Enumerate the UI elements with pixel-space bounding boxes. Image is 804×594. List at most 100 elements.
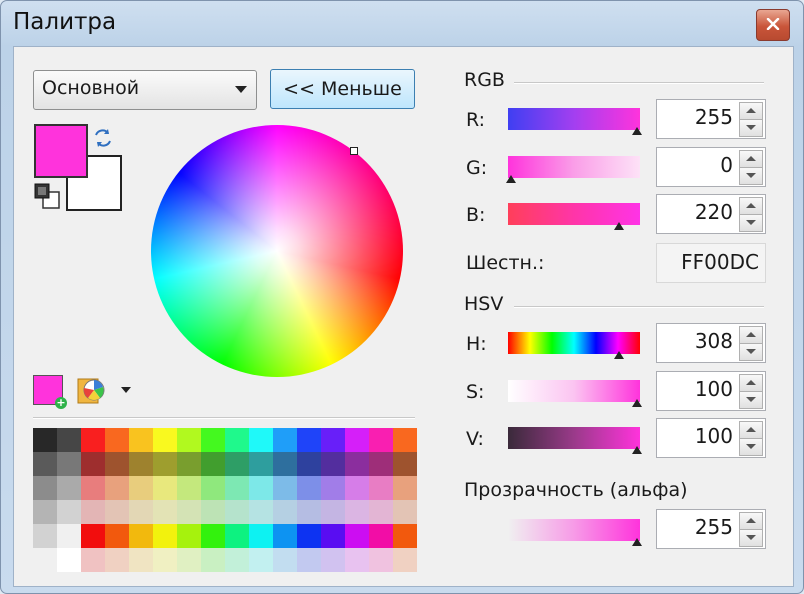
palette-swatch[interactable] bbox=[393, 476, 417, 500]
close-button[interactable] bbox=[756, 9, 790, 41]
r-spin-up[interactable] bbox=[739, 102, 763, 120]
s-input[interactable]: 100 bbox=[656, 371, 766, 411]
palette-swatch[interactable] bbox=[225, 476, 249, 500]
palette-swatch[interactable] bbox=[273, 524, 297, 548]
b-slider[interactable] bbox=[508, 203, 640, 230]
h-spin-up[interactable] bbox=[739, 326, 763, 344]
palette-swatch[interactable] bbox=[297, 428, 321, 452]
h-slider[interactable] bbox=[508, 332, 640, 359]
palette-swatch[interactable] bbox=[57, 548, 81, 572]
palette-swatch[interactable] bbox=[345, 452, 369, 476]
s-spin-down[interactable] bbox=[739, 391, 763, 409]
palette-swatch[interactable] bbox=[321, 476, 345, 500]
palette-swatch[interactable] bbox=[393, 524, 417, 548]
s-slider[interactable] bbox=[508, 380, 642, 407]
palette-swatch[interactable] bbox=[57, 524, 81, 548]
palette-swatch[interactable] bbox=[57, 452, 81, 476]
palette-swatch[interactable] bbox=[345, 476, 369, 500]
palette-swatch[interactable] bbox=[129, 500, 153, 524]
alpha-spin-down[interactable] bbox=[739, 529, 763, 547]
palette-swatch[interactable] bbox=[33, 476, 57, 500]
palette-swatch[interactable] bbox=[321, 524, 345, 548]
palette-swatch[interactable] bbox=[201, 476, 225, 500]
palette-swatch[interactable] bbox=[345, 548, 369, 572]
palette-swatch[interactable] bbox=[33, 500, 57, 524]
palette-swatch[interactable] bbox=[273, 452, 297, 476]
palette-swatch[interactable] bbox=[249, 524, 273, 548]
palette-swatch[interactable] bbox=[153, 476, 177, 500]
v-spin-up[interactable] bbox=[739, 421, 763, 439]
b-input[interactable]: 220 bbox=[656, 194, 766, 234]
palette-swatch[interactable] bbox=[321, 428, 345, 452]
palette-swatch[interactable] bbox=[273, 476, 297, 500]
palette-swatch[interactable] bbox=[321, 548, 345, 572]
palette-swatch[interactable] bbox=[81, 500, 105, 524]
r-slider[interactable] bbox=[508, 108, 642, 135]
palette-swatch[interactable] bbox=[105, 428, 129, 452]
palette-swatch[interactable] bbox=[393, 428, 417, 452]
palette-swatch[interactable] bbox=[321, 452, 345, 476]
palette-swatch[interactable] bbox=[201, 548, 225, 572]
hex-input[interactable]: FF00DC bbox=[656, 243, 766, 283]
h-slider-thumb[interactable] bbox=[614, 351, 625, 359]
palette-swatch[interactable] bbox=[105, 476, 129, 500]
palette-swatch[interactable] bbox=[273, 500, 297, 524]
s-slider-thumb[interactable] bbox=[632, 399, 642, 407]
palette-swatch[interactable] bbox=[153, 428, 177, 452]
palette-swatch[interactable] bbox=[345, 524, 369, 548]
palette-swatch[interactable] bbox=[105, 500, 129, 524]
mode-select[interactable]: Основной bbox=[33, 70, 257, 110]
v-slider-thumb[interactable] bbox=[632, 446, 642, 454]
palette-swatch[interactable] bbox=[81, 476, 105, 500]
palette-swatch[interactable] bbox=[297, 452, 321, 476]
palette-swatch[interactable] bbox=[345, 428, 369, 452]
alpha-slider[interactable] bbox=[508, 519, 642, 546]
reset-colors-icon[interactable] bbox=[34, 183, 62, 211]
palette-swatch[interactable] bbox=[225, 548, 249, 572]
palette-swatch[interactable] bbox=[105, 548, 129, 572]
palette-swatch[interactable] bbox=[321, 500, 345, 524]
palette-swatch[interactable] bbox=[249, 452, 273, 476]
palette-swatch[interactable] bbox=[153, 548, 177, 572]
v-input[interactable]: 100 bbox=[656, 418, 766, 458]
palette-swatch[interactable] bbox=[177, 476, 201, 500]
palette-swatch[interactable] bbox=[153, 452, 177, 476]
palette-swatch[interactable] bbox=[81, 548, 105, 572]
palette-swatch[interactable] bbox=[201, 524, 225, 548]
v-spin-down[interactable] bbox=[739, 438, 763, 456]
palette-swatch[interactable] bbox=[81, 524, 105, 548]
primary-color-swatch[interactable] bbox=[34, 124, 88, 178]
palette-swatch[interactable] bbox=[201, 428, 225, 452]
palette-swatch[interactable] bbox=[33, 548, 57, 572]
palette-swatch[interactable] bbox=[57, 500, 81, 524]
palette-swatch[interactable] bbox=[225, 452, 249, 476]
palette-swatch[interactable] bbox=[177, 500, 201, 524]
palette-swatch[interactable] bbox=[57, 476, 81, 500]
palette-swatch[interactable] bbox=[273, 428, 297, 452]
palette-swatch[interactable] bbox=[369, 548, 393, 572]
b-slider-thumb[interactable] bbox=[614, 222, 625, 230]
palette-swatch[interactable] bbox=[225, 500, 249, 524]
palette-swatch[interactable] bbox=[297, 500, 321, 524]
palette-swatch[interactable] bbox=[201, 452, 225, 476]
palette-swatch[interactable] bbox=[129, 524, 153, 548]
palette-menu-icon[interactable] bbox=[76, 375, 108, 405]
palette-swatch[interactable] bbox=[369, 428, 393, 452]
palette-swatch[interactable] bbox=[225, 428, 249, 452]
palette-swatch[interactable] bbox=[249, 548, 273, 572]
palette-swatch[interactable] bbox=[129, 476, 153, 500]
palette-swatch[interactable] bbox=[105, 524, 129, 548]
r-slider-thumb[interactable] bbox=[632, 127, 642, 135]
g-spin-up[interactable] bbox=[739, 150, 763, 168]
color-wheel[interactable] bbox=[151, 125, 403, 377]
alpha-input[interactable]: 255 bbox=[656, 509, 766, 549]
palette-swatch[interactable] bbox=[249, 476, 273, 500]
palette-swatch[interactable] bbox=[369, 524, 393, 548]
swap-colors-icon[interactable] bbox=[92, 127, 114, 149]
palette-swatch[interactable] bbox=[249, 500, 273, 524]
palette-swatch[interactable] bbox=[105, 452, 129, 476]
palette-swatch[interactable] bbox=[129, 452, 153, 476]
palette-swatch[interactable] bbox=[393, 548, 417, 572]
palette-swatch[interactable] bbox=[297, 524, 321, 548]
palette-swatch[interactable] bbox=[33, 452, 57, 476]
